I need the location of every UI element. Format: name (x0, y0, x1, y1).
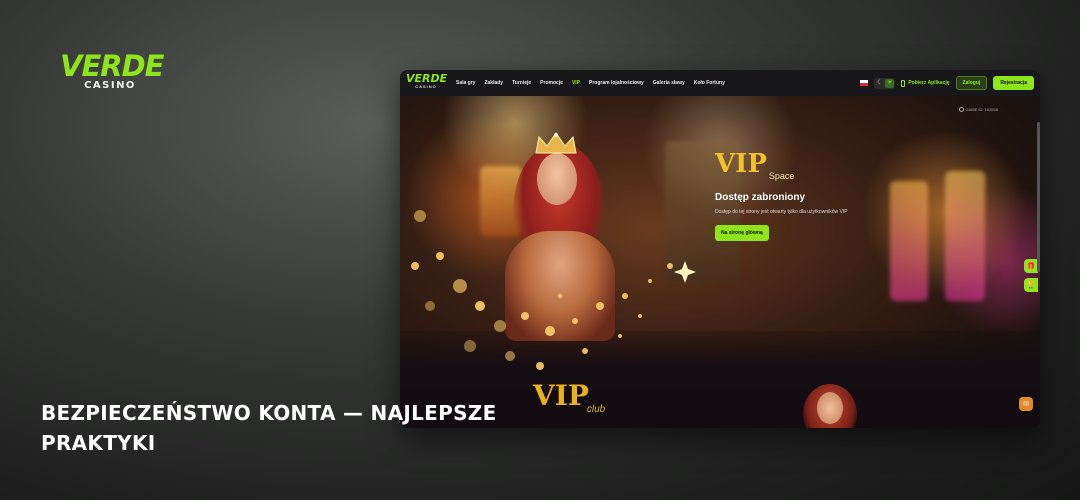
slot-machine-image (890, 181, 928, 301)
nav-item-program[interactable]: Program lojalnościowy (589, 80, 644, 86)
hero-banner: GAME ID: 183598 VIP Space Dostęp zabroni… (400, 96, 1040, 428)
flag-icon[interactable] (860, 80, 869, 86)
slot-machine-image (945, 171, 985, 301)
vip-access-panel: VIP Space Dostęp zabroniony Dostęp do te… (715, 151, 885, 241)
nav-item-sala-gry[interactable]: Sala gry (456, 80, 475, 86)
crown-icon (535, 132, 577, 154)
site-logo-name: VERDE (406, 72, 448, 85)
site-logo[interactable]: VERDE CASINO (406, 72, 448, 91)
trophy-icon[interactable]: 🏆 (1024, 278, 1038, 292)
download-app-link[interactable]: Pobierz Aplikację (901, 79, 950, 87)
sun-icon[interactable]: ☀ (885, 78, 895, 88)
gift-icon[interactable]: 🎁 (1024, 259, 1038, 273)
clock-icon (958, 107, 964, 112)
phone-icon (901, 79, 906, 87)
vip-space-subtitle: Space (768, 171, 795, 181)
login-button[interactable]: Zaloguj (955, 76, 988, 90)
home-page-button[interactable]: Na stronę główną (715, 225, 769, 241)
article-headline: BEZPIECZEŃSTWO KONTA — NAJLEPSZE PRAKTYK… (41, 401, 497, 455)
vip-space-title: VIP (715, 149, 767, 179)
register-button[interactable]: Rejestracja (993, 76, 1034, 90)
nav-item-turnieje[interactable]: Turnieje (512, 80, 531, 86)
brand-logo: VERDE CASINO (60, 49, 164, 92)
vip-space-logo: VIP Space (715, 149, 885, 181)
nav-item-galeria[interactable]: Galeria sławy (653, 80, 685, 86)
game-info: GAME ID: 183598 (958, 107, 998, 112)
site-navbar: VERDE CASINO Sala gry Zakłady Turnieje P… (400, 70, 1040, 96)
download-app-label: Pobierz Aplikację (908, 80, 950, 86)
nav-item-zaklady[interactable]: Zakłady (484, 80, 503, 86)
brand-name: VERDE (60, 49, 164, 83)
nav-right: ☾ ☀ Pobierz Aplikację Zaloguj Rejestracj… (860, 76, 1034, 90)
page-scrollbar[interactable] (1037, 122, 1040, 272)
access-denied-heading: Dostęp zabroniony (715, 192, 806, 203)
nav-item-promocje[interactable]: Promocje (540, 80, 563, 86)
theme-toggle[interactable]: ☾ ☀ (874, 77, 896, 89)
game-id-text: GAME ID: 183598 (965, 107, 998, 112)
access-denied-description: Dostęp do tej strony jest otwarty tylko … (715, 209, 848, 215)
moon-icon[interactable]: ☾ (875, 79, 884, 88)
website-screenshot: VERDE CASINO Sala gry Zakłady Turnieje P… (400, 70, 1040, 428)
nav-item-vip[interactable]: VIP (572, 80, 580, 86)
nav-item-kolo[interactable]: Koło Fortuny (694, 80, 725, 86)
queen-portrait (795, 376, 865, 428)
nav-links: Sala gry Zakłady Turnieje Promocje VIP P… (456, 80, 860, 86)
